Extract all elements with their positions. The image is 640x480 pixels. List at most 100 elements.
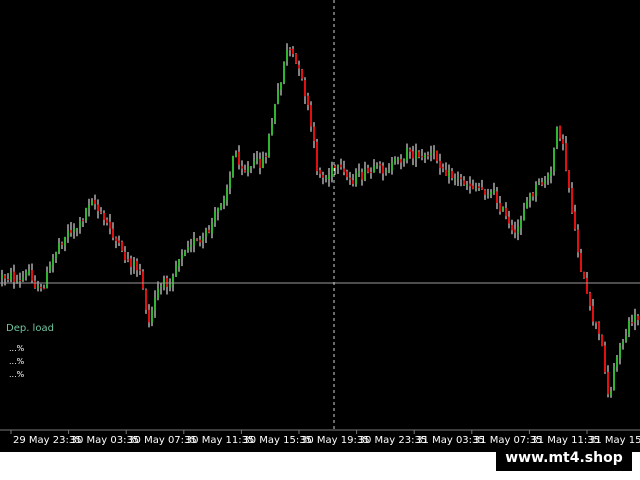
bear-candle xyxy=(289,49,291,51)
bear-candle xyxy=(106,219,108,223)
bear-candle xyxy=(412,151,414,159)
bear-candle xyxy=(451,170,453,179)
bear-candle xyxy=(124,251,126,261)
bear-candle xyxy=(349,177,351,180)
bull-candle xyxy=(457,177,459,179)
bull-candle xyxy=(247,166,249,173)
bull-candle xyxy=(406,148,408,161)
bear-candle xyxy=(559,125,561,139)
bear-candle xyxy=(118,240,120,243)
bull-candle xyxy=(616,356,618,368)
bear-candle xyxy=(127,259,129,261)
bull-candle xyxy=(169,284,171,288)
bear-candle xyxy=(97,204,99,212)
bull-candle xyxy=(523,209,525,221)
bear-candle xyxy=(343,168,345,173)
bull-candle xyxy=(385,171,387,173)
bear-candle xyxy=(319,170,321,175)
bear-candle xyxy=(103,212,105,220)
bear-candle xyxy=(244,169,246,172)
bear-candle xyxy=(478,186,480,189)
bear-candle xyxy=(100,211,102,213)
bull-candle xyxy=(76,228,78,230)
bull-candle xyxy=(25,272,27,277)
bear-candle xyxy=(409,149,411,152)
bear-candle xyxy=(7,279,9,281)
bull-candle xyxy=(430,153,432,156)
bear-candle xyxy=(196,239,198,241)
bear-candle xyxy=(304,80,306,97)
bear-candle xyxy=(508,216,510,224)
dep-row-1: ...% xyxy=(9,344,25,353)
bull-candle xyxy=(37,286,39,289)
bear-candle xyxy=(292,48,294,55)
bull-candle xyxy=(178,259,180,267)
bear-candle xyxy=(313,126,315,142)
bull-candle xyxy=(376,165,378,167)
bull-candle xyxy=(55,251,57,259)
bull-candle xyxy=(85,207,87,221)
bear-candle xyxy=(505,207,507,217)
bull-candle xyxy=(448,169,450,178)
bear-candle xyxy=(571,188,573,213)
bear-candle xyxy=(322,175,324,178)
bull-candle xyxy=(187,247,189,251)
bear-candle xyxy=(40,286,42,289)
bear-candle xyxy=(460,177,462,180)
bear-candle xyxy=(442,167,444,169)
bull-candle xyxy=(493,190,495,194)
bull-candle xyxy=(502,207,504,211)
bear-candle xyxy=(631,322,633,324)
bull-candle xyxy=(628,320,630,335)
bear-candle xyxy=(34,280,36,288)
bull-candle xyxy=(490,192,492,195)
bull-candle xyxy=(535,184,537,197)
bear-candle xyxy=(514,229,516,233)
bear-candle xyxy=(568,170,570,188)
bear-candle xyxy=(259,158,261,169)
bear-candle xyxy=(199,239,201,243)
bull-candle xyxy=(544,180,546,184)
bear-candle xyxy=(301,69,303,79)
bear-candle xyxy=(565,143,567,171)
bear-candle xyxy=(361,172,363,180)
bull-candle xyxy=(232,156,234,177)
bull-candle xyxy=(262,157,264,168)
bear-candle xyxy=(121,241,123,251)
bull-candle xyxy=(364,169,366,180)
bear-candle xyxy=(562,139,564,145)
bull-candle xyxy=(388,170,390,172)
bull-candle xyxy=(190,245,192,247)
bull-candle xyxy=(202,237,204,242)
bull-candle xyxy=(271,123,273,135)
bull-candle xyxy=(373,165,375,173)
bull-candle xyxy=(328,175,330,180)
bull-candle xyxy=(172,275,174,286)
bull-candle xyxy=(331,166,333,177)
bull-candle xyxy=(133,261,135,267)
dep-load-label: Dep. load xyxy=(6,323,54,334)
bull-candle xyxy=(151,310,153,323)
watermark-logo: www.mt4.shop xyxy=(496,445,632,471)
bull-candle xyxy=(274,104,276,123)
bull-candle xyxy=(520,219,522,228)
bear-candle xyxy=(346,171,348,178)
bear-candle xyxy=(142,271,144,289)
bear-candle xyxy=(310,105,312,127)
bull-candle xyxy=(175,265,177,277)
bear-candle xyxy=(607,372,609,395)
bear-candle xyxy=(379,163,381,166)
bull-candle xyxy=(88,205,90,209)
bear-candle xyxy=(595,322,597,324)
bull-candle xyxy=(154,297,156,311)
bull-candle xyxy=(277,89,279,104)
bull-candle xyxy=(16,280,18,282)
bull-candle xyxy=(529,193,531,202)
bear-candle xyxy=(400,159,402,163)
bear-candle xyxy=(316,141,318,172)
bull-candle xyxy=(625,335,627,342)
bull-candle xyxy=(73,228,75,232)
bear-candle xyxy=(463,180,465,185)
bull-candle xyxy=(403,159,405,162)
bull-candle xyxy=(160,285,162,288)
